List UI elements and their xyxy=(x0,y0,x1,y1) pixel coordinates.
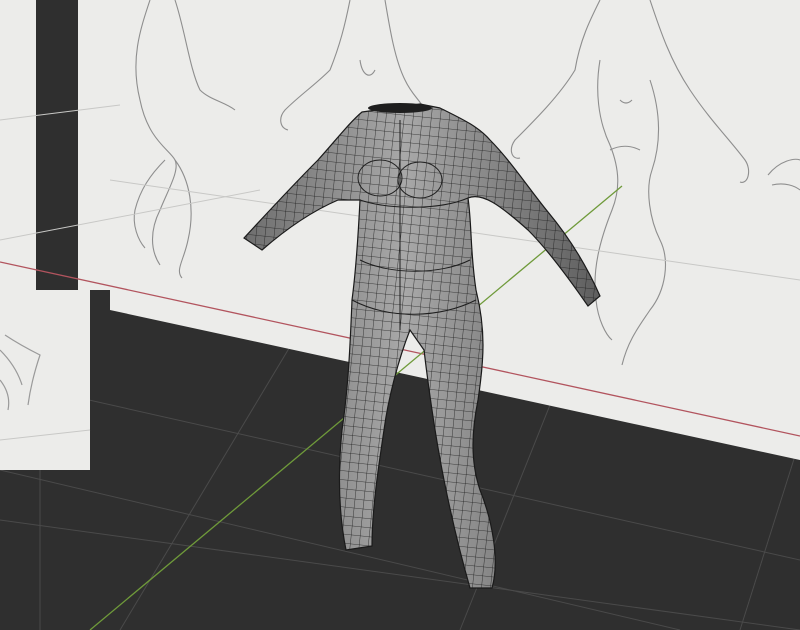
viewport-canvas[interactable] xyxy=(0,0,800,630)
neck-opening xyxy=(368,103,432,113)
3d-viewport[interactable] xyxy=(0,0,800,630)
